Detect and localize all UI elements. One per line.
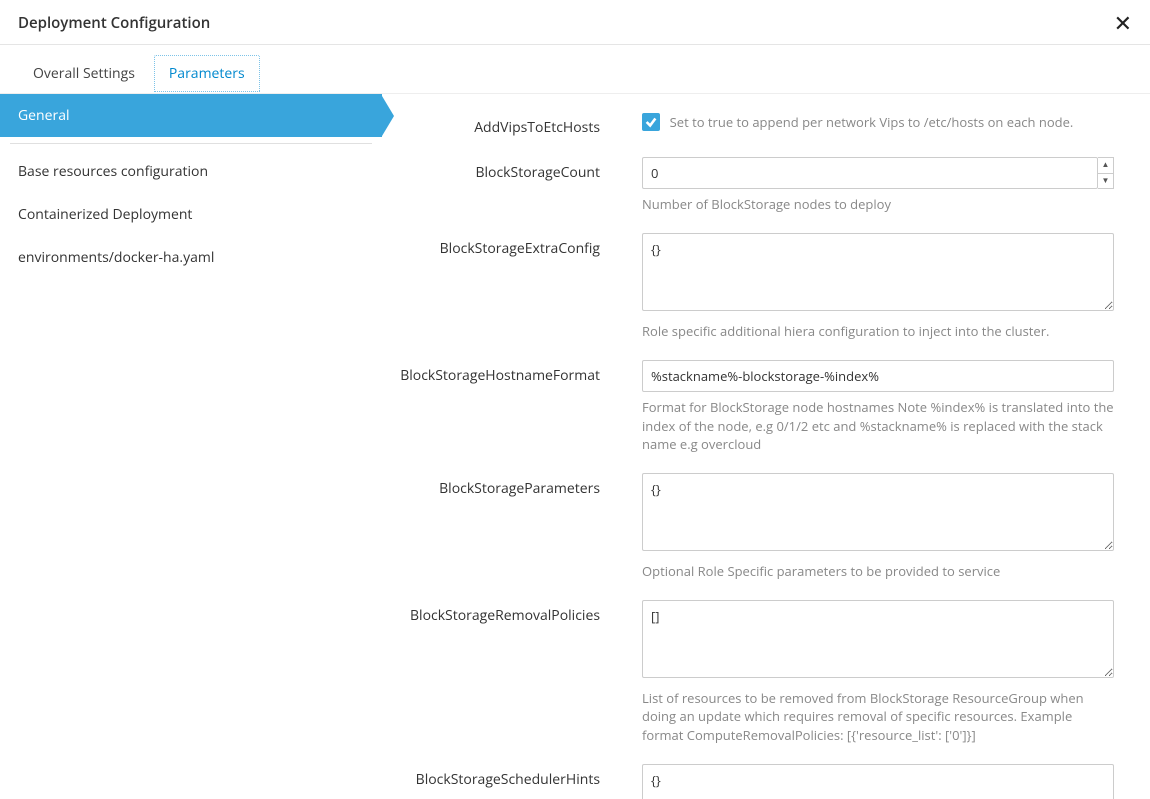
label-block-storage-count: BlockStorageCount (382, 157, 642, 182)
spin-down-icon[interactable]: ▼ (1098, 174, 1113, 189)
field-block-storage-parameters: BlockStorageParameters Optional Role Spe… (382, 473, 1132, 580)
tab-parameters[interactable]: Parameters (154, 55, 260, 92)
textarea-block-storage-extra-config[interactable] (642, 233, 1114, 311)
help-block-storage-extra-config: Role specific additional hiera configura… (642, 322, 1114, 340)
checkbox-add-vips[interactable] (642, 113, 660, 131)
field-block-storage-removal-policies: BlockStorageRemovalPolicies List of reso… (382, 600, 1132, 744)
modal-body: General Base resources configuration Con… (0, 93, 1150, 799)
input-block-storage-hostname-format[interactable] (642, 360, 1114, 392)
textarea-block-storage-scheduler-hints[interactable] (642, 764, 1114, 799)
help-block-storage-hostname-format: Format for BlockStorage node hostnames N… (642, 398, 1114, 453)
field-add-vips: AddVipsToEtcHosts Set to true to append … (382, 112, 1132, 137)
sidebar-item-general[interactable]: General (0, 94, 382, 137)
field-block-storage-extra-config: BlockStorageExtraConfig Role specific ad… (382, 233, 1132, 340)
close-icon[interactable]: ✕ (1114, 12, 1132, 34)
label-block-storage-extra-config: BlockStorageExtraConfig (382, 233, 642, 258)
textarea-block-storage-parameters[interactable] (642, 473, 1114, 551)
label-block-storage-scheduler-hints: BlockStorageSchedulerHints (382, 764, 642, 789)
form-area: AddVipsToEtcHosts Set to true to append … (382, 94, 1150, 799)
tabs: Overall Settings Parameters (0, 45, 1150, 93)
modal-header: Deployment Configuration ✕ (0, 0, 1150, 45)
label-block-storage-hostname-format: BlockStorageHostnameFormat (382, 360, 642, 385)
label-block-storage-removal-policies: BlockStorageRemovalPolicies (382, 600, 642, 625)
check-icon (644, 115, 658, 129)
number-spinner: ▲ ▼ (1098, 157, 1114, 189)
help-block-storage-removal-policies: List of resources to be removed from Blo… (642, 689, 1114, 744)
help-block-storage-count: Number of BlockStorage nodes to deploy (642, 195, 1114, 213)
textarea-block-storage-removal-policies[interactable] (642, 600, 1114, 678)
tab-overall-settings[interactable]: Overall Settings (18, 55, 150, 92)
sidebar-item-base-resources[interactable]: Base resources configuration (0, 150, 382, 193)
input-block-storage-count[interactable] (642, 157, 1098, 189)
help-add-vips: Set to true to append per network Vips t… (670, 113, 1074, 131)
sidebar-item-docker-ha[interactable]: environments/docker-ha.yaml (0, 236, 382, 279)
label-block-storage-parameters: BlockStorageParameters (382, 473, 642, 498)
field-block-storage-hostname-format: BlockStorageHostnameFormat Format for Bl… (382, 360, 1132, 453)
field-block-storage-scheduler-hints: BlockStorageSchedulerHints Optional sche… (382, 764, 1132, 799)
sidebar-divider (10, 143, 372, 144)
sidebar: General Base resources configuration Con… (0, 94, 382, 799)
modal-title: Deployment Configuration (18, 13, 210, 33)
label-add-vips: AddVipsToEtcHosts (382, 112, 642, 137)
sidebar-item-containerized[interactable]: Containerized Deployment (0, 193, 382, 236)
spin-up-icon[interactable]: ▲ (1098, 158, 1113, 174)
field-block-storage-count: BlockStorageCount ▲ ▼ Number of BlockSto… (382, 157, 1132, 213)
help-block-storage-parameters: Optional Role Specific parameters to be … (642, 562, 1114, 580)
